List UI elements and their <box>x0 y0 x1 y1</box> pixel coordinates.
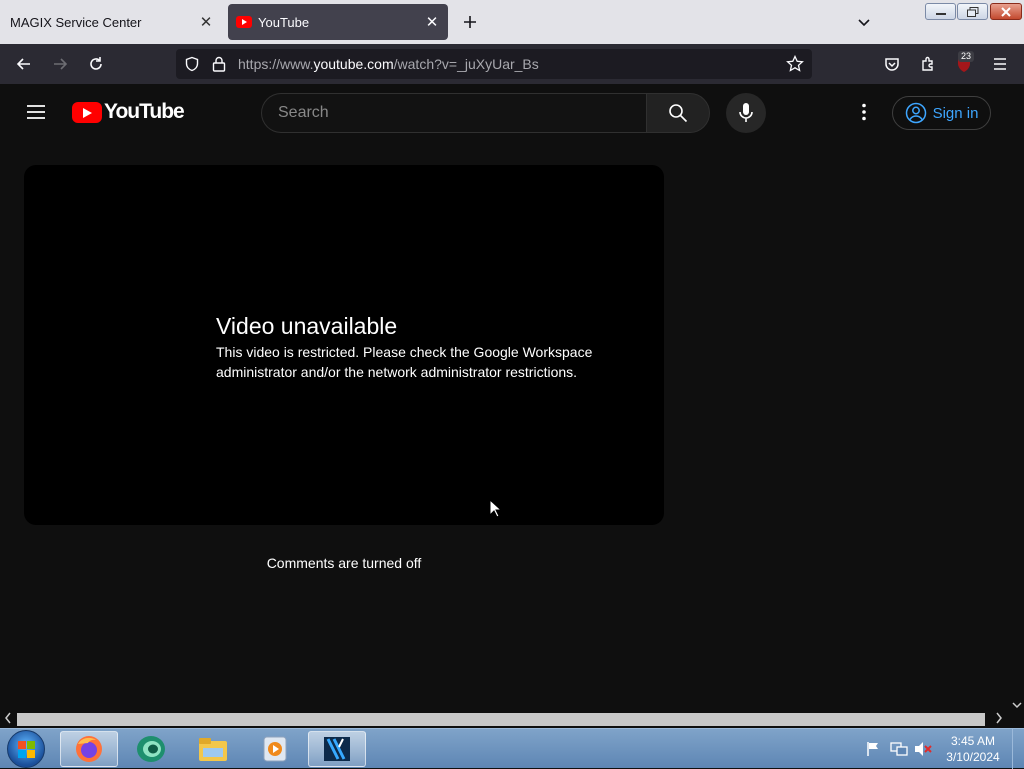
search-input[interactable] <box>262 94 622 132</box>
action-center-flag-icon[interactable] <box>866 741 880 762</box>
mouse-cursor-icon <box>489 499 501 518</box>
video-player[interactable]: Video unavailable This video is restrict… <box>24 165 664 525</box>
minimize-icon <box>935 12 946 15</box>
extensions-button[interactable] <box>914 50 942 78</box>
magix-icon <box>137 736 165 762</box>
search-button[interactable] <box>646 93 710 133</box>
extension-badge: 23 <box>958 51 975 62</box>
pocket-button[interactable] <box>878 50 906 78</box>
arrow-left-icon <box>16 58 30 70</box>
youtube-masthead: YouTube Sign in <box>0 84 1024 140</box>
browser-tab-strip: MAGIX Service Center ✕ YouTube ✕ <box>0 0 1024 44</box>
new-tab-button[interactable] <box>458 10 482 34</box>
plus-icon <box>464 16 476 28</box>
bookmark-star-icon[interactable] <box>786 54 804 78</box>
close-window-button[interactable] <box>990 3 1022 20</box>
file-explorer-icon <box>199 738 227 761</box>
clock-time: 3:45 AM <box>950 734 996 748</box>
network-icon[interactable] <box>890 741 908 762</box>
scroll-right-arrow-icon[interactable] <box>995 712 1003 727</box>
taskbar-media-player[interactable] <box>246 731 304 767</box>
forward-button[interactable] <box>46 50 74 78</box>
chevron-down-icon <box>1012 702 1022 709</box>
firefox-icon <box>76 736 102 762</box>
youtube-favicon-icon <box>236 16 252 28</box>
lock-icon[interactable] <box>212 56 226 77</box>
url-scheme: https://www. <box>238 56 314 72</box>
taskbar-firefox[interactable] <box>60 731 118 767</box>
settings-more-button[interactable] <box>852 100 876 124</box>
horizontal-scroll-thumb[interactable] <box>17 713 985 726</box>
restore-window-button[interactable] <box>957 3 988 20</box>
puzzle-icon <box>922 56 933 71</box>
url-text: https://www.youtube.com/watch?v=_juXyUar… <box>238 56 539 72</box>
search-box <box>261 93 647 133</box>
volume-muted-icon[interactable] <box>914 741 932 762</box>
search-icon <box>669 104 688 123</box>
vertical-scroll-down-arrow[interactable] <box>1012 696 1024 710</box>
comments-notice: Comments are turned off <box>266 555 422 571</box>
sign-in-button[interactable]: Sign in <box>892 96 991 130</box>
windows-taskbar: 3:45 AM 3/10/2024 <box>0 728 1024 769</box>
taskbar-video-editor[interactable] <box>308 731 366 767</box>
pocket-icon <box>885 58 899 71</box>
browser-navigation-bar: https://www.youtube.com/watch?v=_juXyUar… <box>0 44 1024 84</box>
list-all-tabs-button[interactable] <box>852 10 876 34</box>
youtube-logo-text: YouTube <box>104 100 185 123</box>
start-button[interactable] <box>7 730 45 768</box>
sign-in-label: Sign in <box>932 104 979 122</box>
restore-icon <box>966 6 978 17</box>
microphone-icon <box>739 103 753 122</box>
media-player-icon <box>263 736 287 762</box>
url-host: youtube.com <box>313 56 394 72</box>
app-menu-button[interactable] <box>986 50 1014 78</box>
url-bar[interactable]: https://www.youtube.com/watch?v=_juXyUar… <box>176 49 812 79</box>
tab-title: YouTube <box>258 14 310 30</box>
youtube-logo[interactable]: YouTube <box>72 100 185 123</box>
horizontal-scrollbar[interactable] <box>0 711 1024 728</box>
hamburger-menu-icon <box>994 58 1006 70</box>
tab-magix-service-center[interactable]: MAGIX Service Center ✕ <box>0 4 222 40</box>
back-button[interactable] <box>10 50 38 78</box>
hamburger-menu-icon <box>27 105 45 119</box>
reload-icon <box>90 57 102 70</box>
taskbar-file-explorer[interactable] <box>184 731 242 767</box>
show-desktop-button[interactable] <box>1012 729 1024 769</box>
voice-search-button[interactable] <box>726 93 766 133</box>
url-path: /watch?v=_juXyUar_Bs <box>393 56 539 72</box>
taskbar-magix[interactable] <box>122 731 180 767</box>
account-circle-icon <box>905 102 926 124</box>
system-clock[interactable]: 3:45 AM 3/10/2024 <box>940 733 1006 765</box>
guide-menu-button[interactable] <box>24 100 48 124</box>
close-icon <box>1001 6 1011 17</box>
scroll-left-arrow-icon[interactable] <box>4 712 12 727</box>
tracking-protection-shield-icon[interactable] <box>184 56 200 77</box>
tab-title: MAGIX Service Center <box>10 14 142 30</box>
close-icon[interactable]: ✕ <box>196 12 216 32</box>
clock-date: 3/10/2024 <box>946 750 1000 764</box>
error-title: Video unavailable <box>216 313 398 339</box>
more-vertical-icon <box>862 103 866 121</box>
reload-button[interactable] <box>82 50 110 78</box>
video-editor-icon <box>324 737 350 761</box>
arrow-right-icon <box>54 58 68 70</box>
error-message: This video is restricted. Please check t… <box>216 344 593 380</box>
tab-youtube[interactable]: YouTube ✕ <box>228 4 448 40</box>
chevron-down-icon <box>858 19 870 27</box>
youtube-play-logo-icon <box>72 101 102 123</box>
close-icon[interactable]: ✕ <box>422 12 442 32</box>
minimize-window-button[interactable] <box>925 3 956 20</box>
